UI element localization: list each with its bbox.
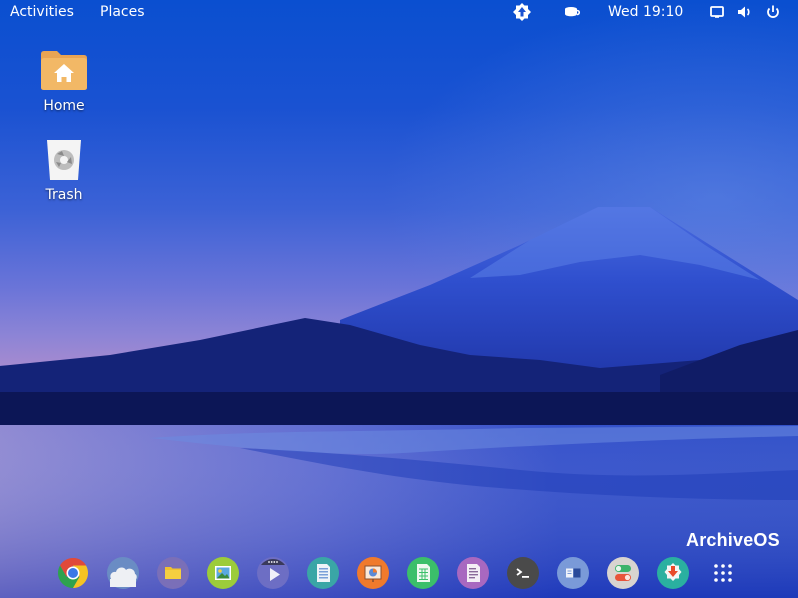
dock-item-files[interactable] — [157, 557, 189, 589]
folder-icon — [165, 567, 181, 579]
dock-item-video-player[interactable] — [257, 557, 289, 589]
desktop-wallpaper — [0, 0, 798, 598]
dock-item-app-grid[interactable] — [707, 557, 739, 589]
dock-item-spreadsheet[interactable] — [407, 557, 439, 589]
home-folder-icon — [41, 51, 87, 90]
clock[interactable]: Wed 19:10 — [608, 3, 683, 21]
os-watermark: ArchiveOS — [686, 530, 780, 550]
dock-item-image-viewer[interactable] — [207, 557, 239, 589]
dock-item-terminal[interactable] — [507, 557, 539, 589]
dock-item-notes[interactable] — [457, 557, 489, 589]
places-menu[interactable]: Places — [100, 3, 145, 21]
chrome-icon — [57, 558, 89, 588]
trash-icon — [47, 140, 81, 180]
document-icon — [317, 564, 330, 582]
dock-item-cloud[interactable] — [107, 557, 139, 589]
volume-icon[interactable] — [735, 2, 755, 22]
window-icon — [566, 568, 581, 578]
update-notifier-icon[interactable] — [512, 2, 532, 22]
activities-button[interactable]: Activities — [10, 3, 74, 21]
notes-icon — [467, 564, 480, 582]
presentation-icon — [364, 565, 382, 582]
dock-item-window-switcher[interactable] — [557, 557, 589, 589]
dock-item-presentation[interactable] — [357, 557, 389, 589]
cloud-icon — [110, 567, 137, 587]
terminal-icon — [516, 568, 529, 578]
desktop-icon-label: Home — [43, 98, 85, 114]
dock-item-settings-toggles[interactable] — [607, 557, 639, 589]
display-icon[interactable] — [707, 2, 727, 22]
dock — [0, 557, 798, 593]
dock-item-software-updater[interactable] — [657, 557, 689, 589]
desktop-icon-trash[interactable]: Trash — [24, 137, 104, 203]
download-badge-icon — [664, 563, 682, 581]
desktop-icon-label: Trash — [45, 187, 83, 203]
grid-icon — [714, 564, 732, 582]
image-icon — [215, 566, 231, 580]
wallpaper-landscape — [0, 207, 798, 598]
caffeine-cup-icon[interactable] — [562, 2, 582, 22]
dock-item-chrome-browser[interactable] — [57, 557, 89, 589]
power-icon[interactable] — [763, 2, 783, 22]
dock-item-text-document[interactable] — [307, 557, 339, 589]
toggles-icon — [615, 565, 631, 581]
top-panel: Activities Places Wed 19:10 — [0, 0, 798, 25]
play-icon — [261, 559, 285, 581]
desktop-icon-home[interactable]: Home — [24, 48, 104, 114]
spreadsheet-icon — [417, 564, 430, 582]
